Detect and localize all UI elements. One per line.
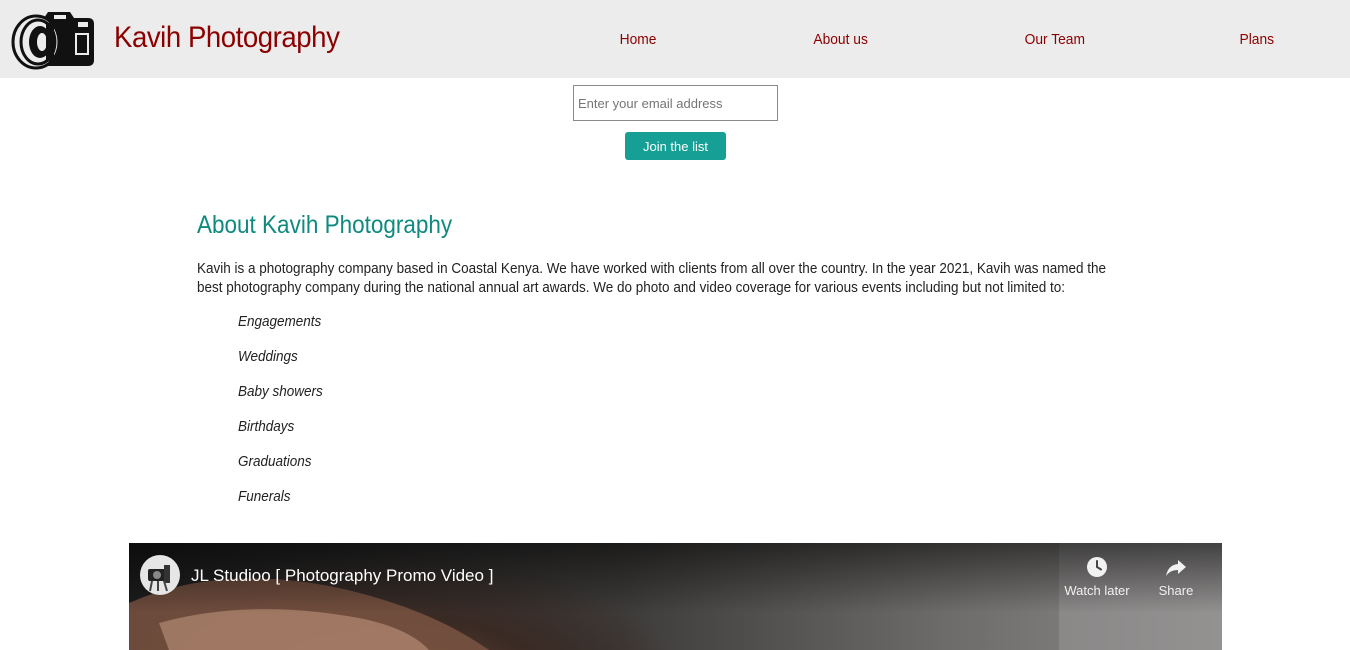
events-list: Engagements Weddings Baby showers Birthd… <box>238 312 332 522</box>
about-heading: About Kavih Photography <box>197 211 453 239</box>
list-item: Graduations <box>238 453 312 470</box>
nav-plans[interactable]: Plans <box>1240 30 1275 50</box>
clock-icon <box>1087 557 1107 577</box>
share-label: Share <box>1158 583 1194 598</box>
list-item: Weddings <box>238 348 298 365</box>
video-title[interactable]: JL Studioo [ Photography Promo Video ] <box>191 565 493 587</box>
nav-home[interactable]: Home <box>620 30 657 50</box>
share-button[interactable]: Share <box>1136 555 1216 599</box>
watch-later-button[interactable]: Watch later <box>1057 555 1137 599</box>
list-item: Engagements <box>238 313 322 330</box>
camera-logo-icon[interactable] <box>10 8 98 70</box>
email-input[interactable] <box>573 85 778 121</box>
nav-our-team[interactable]: Our Team <box>1025 30 1085 50</box>
list-item: Birthdays <box>238 418 295 435</box>
share-icon <box>1166 560 1186 576</box>
nav-about-us[interactable]: About us <box>813 30 867 50</box>
list-item: Baby showers <box>238 383 323 400</box>
watch-later-label: Watch later <box>1064 583 1130 598</box>
channel-avatar[interactable] <box>140 555 180 595</box>
list-item: Funerals <box>238 488 291 505</box>
about-paragraph: Kavih is a photography company based in … <box>197 260 1106 296</box>
site-brand-title[interactable]: Kavih Photography <box>114 18 340 58</box>
site-header: Kavih Photography Home About us Our Team… <box>0 0 1350 78</box>
join-list-button[interactable]: Join the list <box>625 132 726 160</box>
video-embed[interactable]: JL Studioo [ Photography Promo Video ] W… <box>129 543 1222 650</box>
